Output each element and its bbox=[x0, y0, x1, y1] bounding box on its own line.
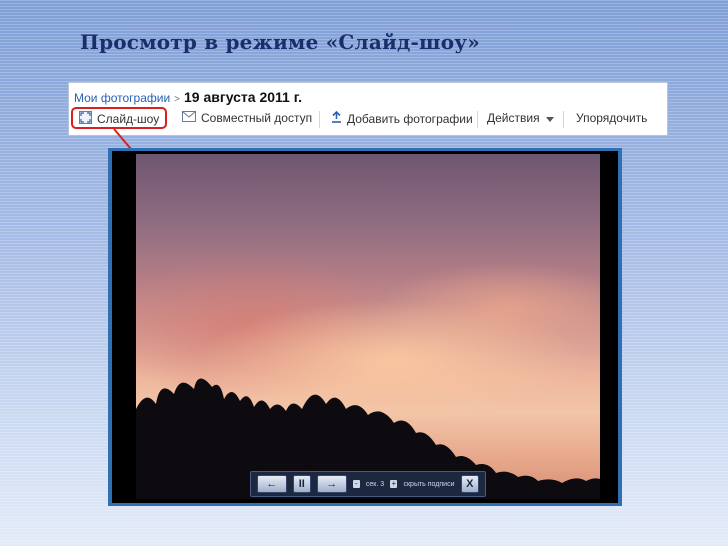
pause-button[interactable]: II bbox=[292, 475, 312, 493]
sunset-photo bbox=[136, 154, 600, 499]
add-photos-button[interactable]: Добавить фотографии bbox=[331, 110, 473, 126]
previous-button[interactable]: ← bbox=[257, 475, 287, 493]
share-button[interactable]: Совместный доступ bbox=[182, 111, 312, 125]
breadcrumb: Мои фотографии >19 августа 2011 г. bbox=[74, 89, 302, 105]
fullscreen-icon bbox=[79, 111, 92, 127]
actions-dropdown[interactable]: Действия bbox=[487, 111, 554, 125]
hide-captions-link[interactable]: скрыть подписи bbox=[403, 481, 454, 488]
envelope-icon bbox=[182, 111, 196, 125]
actions-label: Действия bbox=[487, 111, 540, 125]
toolbar-divider bbox=[319, 111, 320, 128]
breadcrumb-current: 19 августа 2011 г. bbox=[184, 89, 303, 105]
toolbar-divider bbox=[563, 111, 564, 128]
slideshow-window: ← II → - сек. 3 + скрыть подписи X bbox=[108, 148, 622, 506]
share-label: Совместный доступ bbox=[201, 111, 313, 125]
sort-label: Упорядочить bbox=[576, 111, 648, 125]
slideshow-controls: ← II → - сек. 3 + скрыть подписи X bbox=[250, 471, 486, 497]
next-button[interactable]: → bbox=[317, 475, 347, 493]
interval-label: сек. 3 bbox=[365, 480, 385, 488]
add-photos-label: Добавить фотографии bbox=[347, 111, 473, 126]
photo-toolbar: Мои фотографии >19 августа 2011 г. Слайд-… bbox=[68, 82, 668, 136]
decrease-interval-button[interactable]: - bbox=[352, 480, 360, 488]
slideshow-button[interactable]: Слайд-шоу bbox=[79, 111, 159, 127]
chevron-down-icon bbox=[545, 111, 554, 125]
increase-interval-button[interactable]: + bbox=[390, 480, 398, 488]
slideshow-label: Слайд-шоу bbox=[97, 112, 160, 126]
breadcrumb-root-link[interactable]: Мои фотографии bbox=[74, 91, 170, 105]
upload-arrow-icon bbox=[331, 110, 342, 126]
toolbar-divider bbox=[477, 111, 478, 128]
sort-button[interactable]: Упорядочить bbox=[576, 111, 647, 125]
slide-title: Просмотр в режиме «Слайд-шоу» bbox=[80, 30, 480, 54]
close-button[interactable]: X bbox=[460, 475, 480, 493]
slideshow-viewport: ← II → - сек. 3 + скрыть подписи X bbox=[112, 151, 618, 503]
breadcrumb-separator: > bbox=[174, 94, 181, 105]
toolbar-actions: Слайд-шоу Совместный доступ Добавить фот… bbox=[69, 107, 669, 131]
